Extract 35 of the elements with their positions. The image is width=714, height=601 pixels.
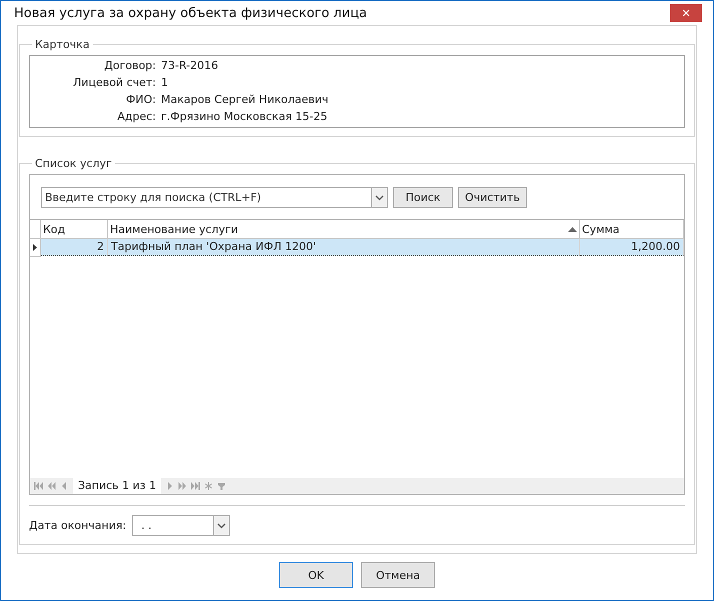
record-counter: Запись 1 из 1: [73, 478, 162, 494]
last-record-icon[interactable]: [191, 482, 200, 490]
group-title: Карточка: [34, 38, 91, 51]
filter-icon[interactable]: [217, 482, 226, 490]
table-cell: Тарифный план 'Охрана ИФЛ 1200': [108, 239, 580, 256]
chevron-down-icon: [217, 522, 226, 528]
end-date-field[interactable]: . .: [132, 515, 230, 536]
cancel-button[interactable]: Отмена: [361, 562, 435, 588]
first-record-icon[interactable]: [34, 482, 43, 490]
field-label: Адрес:: [116, 110, 156, 124]
dropdown-button[interactable]: [371, 187, 388, 208]
next-page-icon[interactable]: [178, 482, 188, 490]
field-value: 1: [161, 76, 169, 90]
table-cell: 2: [41, 239, 108, 256]
clear-button[interactable]: Очистить: [458, 187, 527, 208]
previous-record-icon[interactable]: [60, 482, 69, 490]
table-cell: 1,200.00: [580, 239, 684, 256]
field-value: Макаров Сергей Николаевич: [161, 93, 330, 107]
asterisk-icon[interactable]: [204, 482, 214, 490]
search-button[interactable]: Поиск: [393, 187, 453, 208]
field-label: Договор:: [103, 59, 156, 73]
row-pointer-icon: [33, 244, 37, 251]
close-button[interactable]: ✕: [670, 4, 702, 22]
field-label: ФИО:: [124, 93, 156, 107]
field-value: 73-R-2016: [161, 59, 220, 73]
search-field[interactable]: Введите строку для поиска (CTRL+F): [41, 187, 371, 208]
chevron-down-icon: [375, 194, 384, 200]
end-date-label: Дата окончания:: [29, 519, 126, 532]
field-value: г.Фрязино Московская 15-25: [161, 110, 328, 124]
group-title: Список услуг: [34, 157, 113, 170]
window-title: Новая услуга за охрану объекта физического лица: [14, 6, 368, 20]
field-label: Лицевой счет:: [72, 76, 156, 90]
ok-button[interactable]: OK: [279, 562, 353, 588]
previous-page-icon[interactable]: [47, 482, 56, 490]
next-record-icon[interactable]: [165, 482, 174, 490]
